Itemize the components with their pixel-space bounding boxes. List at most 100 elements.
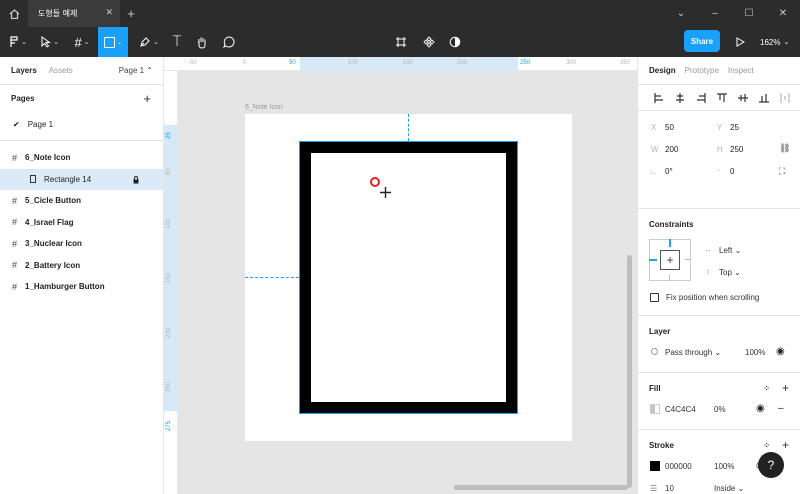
pen-tool-button[interactable]: ⌄	[134, 27, 164, 57]
blend-mode-select[interactable]: Pass through ⌄	[665, 348, 721, 357]
stroke-hex-input[interactable]: 000000	[665, 462, 692, 471]
w-label: W	[651, 145, 659, 154]
components-button[interactable]	[420, 27, 438, 57]
new-tab-icon[interactable]: +	[120, 0, 142, 27]
home-icon[interactable]	[0, 0, 28, 27]
constrain-proportions-icon[interactable]: ⛓	[779, 143, 790, 154]
tab-inspect[interactable]: Inspect	[728, 66, 754, 75]
horizontal-scrollbar[interactable]	[454, 485, 628, 490]
page-selector-label: Page 1	[118, 66, 145, 75]
y-label: Y	[717, 123, 723, 132]
vertical-constraint-select[interactable]: Top ⌄	[719, 268, 741, 277]
present-button[interactable]	[732, 27, 748, 57]
constraint-right-indicator[interactable]	[685, 259, 691, 260]
frame-hash-icon: #	[12, 217, 18, 228]
add-fill-icon[interactable]: +	[782, 381, 789, 395]
mask-button[interactable]	[446, 27, 464, 57]
layer-section: Layer Pass through ⌄ 100% ◉	[638, 316, 800, 373]
align-vertical-center-icon[interactable]	[732, 92, 753, 104]
align-right-icon[interactable]	[690, 92, 711, 104]
layer-item-note-icon[interactable]: # 6_Note Icon	[0, 147, 163, 169]
rotation-input[interactable]: 0°	[665, 167, 673, 176]
layer-item-rectangle-14[interactable]: Rectangle 14	[0, 168, 163, 190]
horizontal-constraint-select[interactable]: Left ⌄	[719, 246, 741, 255]
add-stroke-icon[interactable]: +	[782, 438, 789, 452]
zoom-dropdown[interactable]: 162% ⌄	[760, 27, 789, 57]
help-button[interactable]: ?	[758, 452, 784, 478]
hand-icon	[197, 37, 206, 49]
canvas[interactable]: 6_Note Icon	[178, 71, 637, 494]
fill-color-swatch[interactable]	[650, 404, 660, 414]
distribute-icon[interactable]	[774, 92, 795, 104]
page-selector[interactable]: Page 1 ⌃	[119, 66, 153, 75]
constraint-top-indicator[interactable]	[669, 239, 671, 247]
constraint-left-indicator[interactable]	[649, 259, 657, 261]
layer-item-circle-button[interactable]: # 5_Cicle Button	[0, 190, 163, 212]
minimize-icon[interactable]: –	[698, 8, 732, 19]
tab-prototype[interactable]: Prototype	[685, 66, 719, 75]
height-input[interactable]: 250	[730, 145, 743, 154]
rectangle-14-shape[interactable]	[300, 142, 517, 413]
layer-item-nuclear-icon[interactable]: # 3_Nuclear Icon	[0, 233, 163, 255]
fill-opacity-input[interactable]: 0%	[714, 405, 726, 414]
y-input[interactable]: 25	[730, 123, 739, 132]
hand-tool-button[interactable]	[192, 27, 212, 57]
constraints-title: Constraints	[649, 219, 694, 229]
crop-tool-button[interactable]	[392, 27, 410, 57]
move-cursor-icon	[41, 36, 52, 48]
frame-tool-button[interactable]: # ⌄	[68, 27, 96, 57]
remove-fill-icon[interactable]: –	[778, 403, 784, 414]
align-left-icon[interactable]	[648, 92, 669, 104]
style-grid-icon[interactable]: ⁘	[763, 441, 770, 450]
eye-icon[interactable]: ◉	[776, 346, 785, 357]
ruler-tick: 200	[457, 60, 468, 66]
x-input[interactable]: 50	[665, 123, 674, 132]
window-menu-chevron-icon[interactable]: ⌄	[664, 8, 698, 19]
tab-layers[interactable]: Layers	[11, 66, 37, 75]
align-horizontal-center-icon[interactable]	[669, 92, 690, 104]
fix-position-checkbox[interactable]	[650, 293, 659, 302]
vertical-scrollbar[interactable]	[627, 255, 632, 488]
ruler-tick: 350	[620, 60, 631, 66]
constraint-bottom-indicator[interactable]	[669, 275, 670, 281]
move-tool-button[interactable]: ⌄	[36, 27, 64, 57]
close-tab-icon[interactable]: ✕	[105, 9, 113, 18]
layer-item-israel-flag[interactable]: # 4_Israel Flag	[0, 212, 163, 234]
stroke-opacity-input[interactable]: 100%	[714, 462, 734, 471]
page-item-label: Page 1	[27, 120, 54, 129]
layer-opacity-input[interactable]: 100%	[745, 348, 765, 357]
align-bottom-icon[interactable]	[753, 92, 774, 104]
stroke-align-select[interactable]: Inside ⌄	[714, 484, 744, 493]
layer-item-hamburger-button[interactable]: # 1_Hamburger Button	[0, 276, 163, 298]
close-window-icon[interactable]: ✕	[766, 8, 800, 19]
lock-icon[interactable]	[133, 175, 139, 186]
position-row: X 50 Y 25	[638, 117, 800, 139]
main-menu-button[interactable]: ⌄	[4, 27, 32, 57]
share-button[interactable]: Share	[684, 30, 720, 52]
horizontal-ruler: -50 0 50 100 150 200 250 300 350	[164, 57, 637, 71]
stroke-color-swatch[interactable]	[650, 461, 660, 471]
maximize-icon[interactable]: ☐	[732, 8, 766, 19]
frame-label[interactable]: 6_Note Icon	[245, 104, 283, 111]
file-tab[interactable]: 도형들 예제 ✕	[28, 0, 120, 27]
text-tool-button[interactable]: T	[168, 27, 186, 57]
shape-tool-button[interactable]: ⌄	[98, 27, 128, 57]
figma-menu-icon	[10, 36, 18, 47]
eye-icon[interactable]: ◉	[756, 403, 765, 414]
corner-radius-input[interactable]: 0	[730, 167, 734, 176]
add-page-icon[interactable]: +	[143, 91, 151, 106]
constraint-widget[interactable]: +	[649, 239, 691, 281]
page-item[interactable]: ✔ Page 1	[0, 111, 163, 141]
title-bar: 도형들 예제 ✕ + ⌄ – ☐ ✕	[0, 0, 800, 27]
align-top-icon[interactable]	[711, 92, 732, 104]
independent-corners-icon[interactable]: ⛶	[779, 166, 785, 177]
tab-design[interactable]: Design	[649, 66, 676, 75]
right-panel: Design Prototype Inspect X 50 Y 25 W 200…	[637, 57, 800, 494]
layer-item-battery-icon[interactable]: # 2_Battery Icon	[0, 255, 163, 277]
comment-tool-button[interactable]	[218, 27, 240, 57]
tab-assets[interactable]: Assets	[49, 66, 73, 75]
style-grid-icon[interactable]: ⁘	[763, 384, 770, 393]
fill-hex-input[interactable]: C4C4C4	[665, 405, 696, 414]
width-input[interactable]: 200	[665, 145, 678, 154]
stroke-weight-input[interactable]: 10	[665, 484, 674, 493]
